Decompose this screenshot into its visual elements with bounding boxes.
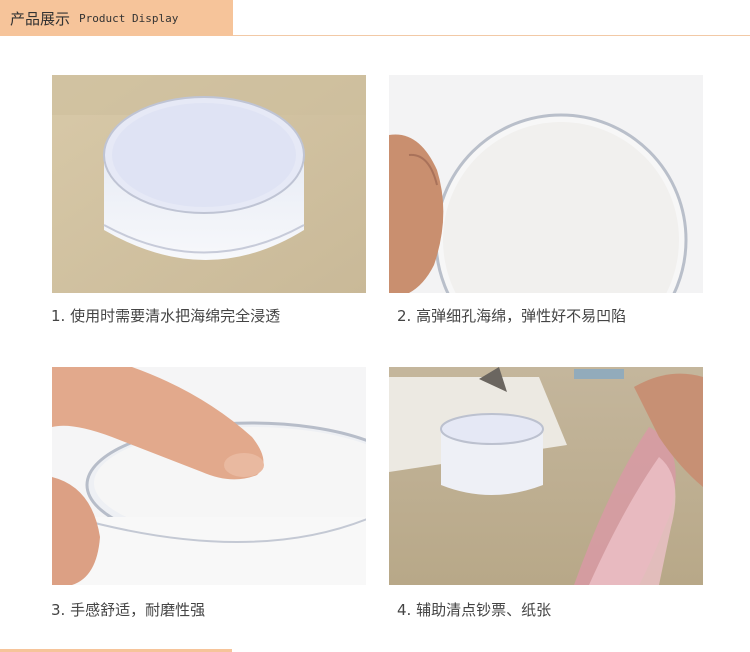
product-caption-2: 2. 高弹细孔海绵，弹性好不易凹陷 — [397, 307, 627, 325]
product-photo-4 — [389, 367, 703, 585]
section-header-tab: 产品展示 Product Display — [0, 0, 233, 36]
header-divider — [233, 35, 750, 36]
section-title-chinese: 产品展示 — [10, 9, 71, 28]
product-caption-4: 4. 辅助清点钞票、纸张 — [397, 601, 552, 619]
section-title-english: Product Display — [79, 11, 179, 25]
product-caption-1: 1. 使用时需要清水把海绵完全浸透 — [51, 307, 281, 325]
product-caption-3: 3. 手感舒适，耐磨性强 — [51, 601, 206, 619]
product-photo-2 — [389, 75, 703, 293]
product-photo-1 — [52, 75, 366, 293]
product-photo-3 — [52, 367, 366, 585]
